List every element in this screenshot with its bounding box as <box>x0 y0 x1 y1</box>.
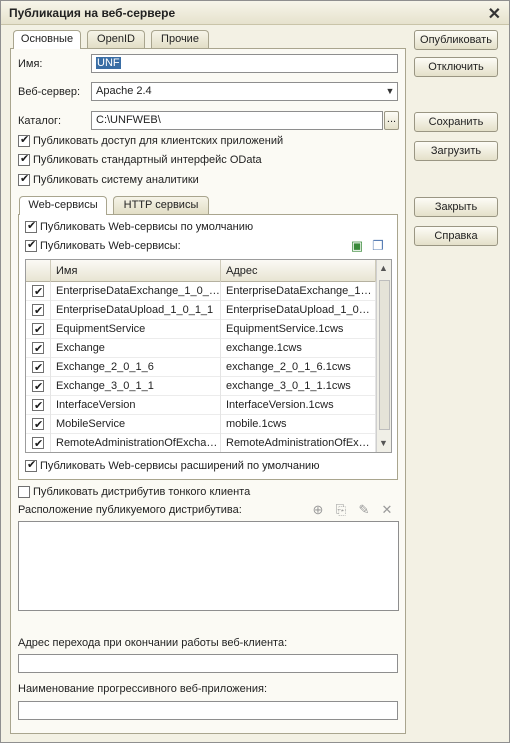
catalog-field[interactable]: C:\UNFWEB\ <box>91 111 383 130</box>
header-address[interactable]: Адрес <box>221 260 376 282</box>
row-checkbox[interactable] <box>32 416 44 434</box>
row-checkbox[interactable] <box>32 359 44 377</box>
catalog-browse-button[interactable]: ... <box>384 111 399 130</box>
edit-icon[interactable]: ✎ <box>356 502 372 518</box>
distrib-location-label: Расположение публикуемого дистрибутива: <box>18 504 242 516</box>
extensions-label: Публиковать Web-сервисы расширений по ум… <box>40 460 320 472</box>
distrib-location-list[interactable] <box>18 521 399 611</box>
webservices-table: Имя Адрес EnterpriseDataExchange_1_0_1_1… <box>25 259 392 453</box>
odata-label: Публиковать стандартный интерфейс OData <box>33 154 262 166</box>
client-access-checkbox[interactable] <box>18 133 30 147</box>
row-address: mobile.1cws <box>221 415 376 434</box>
row-address: exchange_3_0_1_1.1cws <box>221 377 376 396</box>
row-checkbox[interactable] <box>32 378 44 396</box>
table-row[interactable]: EnterpriseDataExchange_1_0_1_1Enterprise… <box>26 282 376 301</box>
row-name: RemoteAdministrationOfExchange <box>51 434 221 452</box>
scroll-up-icon[interactable]: ▲ <box>379 263 388 273</box>
table-scrollbar[interactable]: ▲ ▼ <box>376 260 391 452</box>
row-checkbox[interactable] <box>32 340 44 358</box>
row-name: InterfaceVersion <box>51 396 221 415</box>
row-checkbox[interactable] <box>32 321 44 339</box>
tab-openid[interactable]: OpenID <box>87 30 145 48</box>
table-header: Имя Адрес <box>26 260 376 282</box>
table-row[interactable]: Exchangeexchange.1cws <box>26 339 376 358</box>
row-name: Exchange_2_0_1_6 <box>51 358 221 377</box>
subtab-http-services[interactable]: HTTP сервисы <box>113 196 209 214</box>
thin-client-label: Публиковать дистрибутив тонкого клиента <box>33 486 251 498</box>
analytics-checkbox[interactable] <box>18 172 30 186</box>
row-address: EquipmentService.1cws <box>221 320 376 339</box>
row-checkbox[interactable] <box>32 283 44 301</box>
add-icon[interactable]: ⊕ <box>310 502 326 518</box>
row-checkbox[interactable] <box>32 302 44 320</box>
webservices-publish-checkbox[interactable] <box>25 238 37 252</box>
load-button[interactable]: Загрузить <box>414 141 498 161</box>
catalog-label: Каталог: <box>18 115 62 127</box>
extensions-checkbox[interactable] <box>25 458 37 472</box>
table-row[interactable]: InterfaceVersionInterfaceVersion.1cws <box>26 396 376 415</box>
check-all-icon[interactable]: ▣ <box>349 238 365 254</box>
table-row[interactable]: EnterpriseDataUpload_1_0_1_1EnterpriseDa… <box>26 301 376 320</box>
scroll-down-icon[interactable]: ▼ <box>379 438 388 448</box>
analytics-label: Публиковать систему аналитики <box>33 174 199 186</box>
uncheck-all-icon[interactable]: ❐ <box>370 238 386 254</box>
chevron-down-icon[interactable]: ▼ <box>383 83 397 100</box>
help-button[interactable]: Справка <box>414 226 498 246</box>
redirect-label: Адрес перехода при окончании работы веб-… <box>18 637 288 649</box>
row-address: exchange_2_0_1_6.1cws <box>221 358 376 377</box>
pwa-label: Наименование прогрессивного веб-приложен… <box>18 683 268 695</box>
row-name: Exchange_3_0_1_1 <box>51 377 221 396</box>
odata-checkbox[interactable] <box>18 152 30 166</box>
header-check-column <box>26 260 51 282</box>
table-row[interactable]: RemoteAdministrationOfExchangeRemoteAdmi… <box>26 434 376 452</box>
table-row[interactable]: MobileServicemobile.1cws <box>26 415 376 434</box>
row-name: EnterpriseDataUpload_1_0_1_1 <box>51 301 221 320</box>
row-name: MobileService <box>51 415 221 434</box>
row-name: Exchange <box>51 339 221 358</box>
header-name[interactable]: Имя <box>51 260 221 282</box>
row-address: EnterpriseDataUpload_1_0_1_1.1cws <box>221 301 376 320</box>
webserver-label: Веб-сервер: <box>18 86 81 98</box>
pwa-field[interactable] <box>18 701 398 720</box>
webservices-default-checkbox[interactable] <box>25 219 37 233</box>
delete-icon[interactable]: ✕ <box>379 502 395 518</box>
name-value: UNF <box>96 57 121 69</box>
row-address: EnterpriseDataExchange_1_0_1_1.1cws <box>221 282 376 301</box>
publish-button[interactable]: Опубликовать <box>414 30 498 50</box>
row-checkbox[interactable] <box>32 435 44 452</box>
webservices-publish-label: Публиковать Web-сервисы: <box>40 240 181 252</box>
copy-icon[interactable]: ⎘ <box>333 502 349 518</box>
table-row[interactable]: EquipmentServiceEquipmentService.1cws <box>26 320 376 339</box>
save-button[interactable]: Сохранить <box>414 112 498 132</box>
redirect-field[interactable] <box>18 654 398 673</box>
subtab-webservices[interactable]: Web-сервисы <box>19 196 107 215</box>
webservices-default-label: Публиковать Web-сервисы по умолчанию <box>40 221 254 233</box>
close-icon[interactable]: ✕ <box>488 4 501 24</box>
row-checkbox[interactable] <box>32 397 44 415</box>
publish-dialog: Публикация на веб-сервере ✕ Основные Ope… <box>0 0 510 743</box>
tab-other[interactable]: Прочие <box>151 30 209 48</box>
name-label: Имя: <box>18 58 43 70</box>
row-address: exchange.1cws <box>221 339 376 358</box>
close-button[interactable]: Закрыть <box>414 197 498 217</box>
row-name: EquipmentService <box>51 320 221 339</box>
catalog-value: C:\UNFWEB\ <box>96 114 161 126</box>
row-name: EnterpriseDataExchange_1_0_1_1 <box>51 282 221 301</box>
scroll-thumb[interactable] <box>379 280 390 430</box>
webserver-select[interactable]: Apache 2.4 ▼ <box>91 82 398 101</box>
tab-main[interactable]: Основные <box>13 30 81 49</box>
disable-button[interactable]: Отключить <box>414 57 498 77</box>
row-address: InterfaceVersion.1cws <box>221 396 376 415</box>
thin-client-checkbox[interactable] <box>18 486 30 498</box>
client-access-label: Публиковать доступ для клиентских прилож… <box>33 135 284 147</box>
row-address: RemoteAdministrationOfExchange.1cws <box>221 434 376 452</box>
webserver-value: Apache 2.4 <box>96 85 152 97</box>
table-row[interactable]: Exchange_2_0_1_6exchange_2_0_1_6.1cws <box>26 358 376 377</box>
window-title: Публикация на веб-сервере <box>9 6 176 20</box>
table-row[interactable]: Exchange_3_0_1_1exchange_3_0_1_1.1cws <box>26 377 376 396</box>
title-bar: Публикация на веб-сервере ✕ <box>1 1 509 25</box>
name-field[interactable]: UNF <box>91 54 398 73</box>
